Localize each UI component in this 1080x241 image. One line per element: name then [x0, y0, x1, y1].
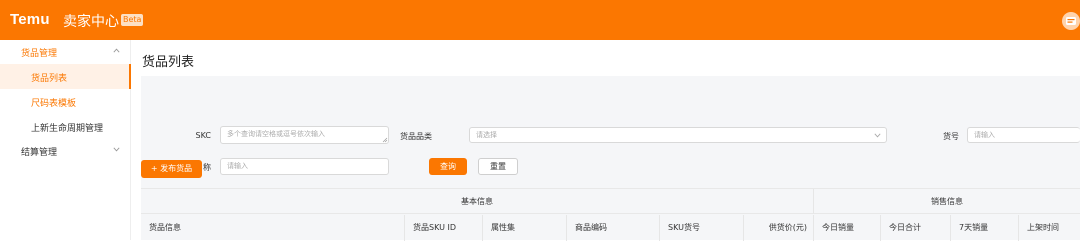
- category-label: 货品品类: [400, 132, 432, 141]
- app-title: 卖家中心: [63, 14, 119, 30]
- column-header-listing-time[interactable]: 上架时间: [1019, 215, 1080, 241]
- sidebar-item-size-chart-template[interactable]: 尺码表模板: [0, 89, 131, 114]
- column-header-today-sales[interactable]: 今日销量: [814, 215, 881, 241]
- page-title: 货品列表: [142, 55, 195, 70]
- item-no-label: 货号: [943, 132, 959, 141]
- chevron-up-icon: [113, 48, 120, 53]
- column-header-sku-id[interactable]: 货品SKU ID: [405, 215, 483, 241]
- chevron-down-icon: [874, 133, 881, 138]
- column-header-attribute-set[interactable]: 属性集: [483, 215, 567, 241]
- publish-goods-button[interactable]: + 发布货品: [141, 160, 202, 178]
- column-header-7day-sales[interactable]: 7天销量: [951, 215, 1019, 241]
- sidebar-group-settlement-management[interactable]: 结算管理: [0, 139, 131, 163]
- sidebar-item-goods-list[interactable]: 货品列表: [0, 64, 131, 89]
- item-no-input[interactable]: 请输入: [967, 127, 1080, 143]
- sidebar-group-label: 货品管理: [21, 49, 58, 59]
- column-header-product-code[interactable]: 商品编码: [567, 215, 660, 241]
- sidebar-item-label: 尺码表模板: [31, 99, 77, 109]
- sidebar-group-goods-management[interactable]: 货品管理: [0, 40, 131, 64]
- temu-logo[interactable]: Temu: [10, 11, 50, 28]
- column-header-today-total[interactable]: 今日合计: [881, 215, 951, 241]
- sidebar-item-label: 货品列表: [31, 74, 68, 84]
- column-header-goods-info[interactable]: 货品信息: [141, 215, 405, 241]
- user-avatar-icon[interactable]: [1062, 12, 1080, 30]
- main-content: 货品列表 SKC 多个查询请空格或逗号依次输入 货品品类 请选择 货号 请输入 …: [131, 40, 1080, 241]
- goods-table-header: 基本信息 销售信息 货品信息 货品SKU ID 属性集 商品编码 SKU货号 供…: [141, 188, 1080, 241]
- sidebar-group-label: 结算管理: [21, 148, 58, 158]
- skc-label: SKC: [195, 131, 211, 140]
- reset-button[interactable]: 重置: [478, 158, 518, 175]
- skc-input[interactable]: 多个查询请空格或逗号依次输入: [220, 126, 389, 144]
- chevron-down-icon: [113, 147, 120, 152]
- resize-handle-icon: [382, 137, 388, 143]
- column-header-sku-item-no[interactable]: SKU货号: [660, 215, 744, 241]
- search-button[interactable]: 查询: [429, 158, 467, 175]
- group-header-sales-info: 销售信息: [814, 189, 1080, 214]
- column-header-supply-price[interactable]: 供货价(元): [744, 215, 814, 241]
- group-header-basic-info: 基本信息: [141, 189, 814, 214]
- sidebar-nav: 货品管理 货品列表 尺码表模板 上新生命周期管理 结算管理: [0, 40, 131, 240]
- sidebar-item-label: 上新生命周期管理: [31, 124, 104, 134]
- top-header-bar: Temu 卖家中心 Beta: [0, 0, 1080, 40]
- sidebar-item-lifecycle-management[interactable]: 上新生命周期管理: [0, 114, 131, 139]
- category-select[interactable]: 请选择: [469, 127, 887, 143]
- goods-name-input[interactable]: 请输入: [220, 158, 389, 175]
- filter-panel: SKC 多个查询请空格或逗号依次输入 货品品类 请选择 货号 请输入 货品名称 …: [141, 76, 1080, 190]
- beta-badge: Beta: [121, 14, 144, 26]
